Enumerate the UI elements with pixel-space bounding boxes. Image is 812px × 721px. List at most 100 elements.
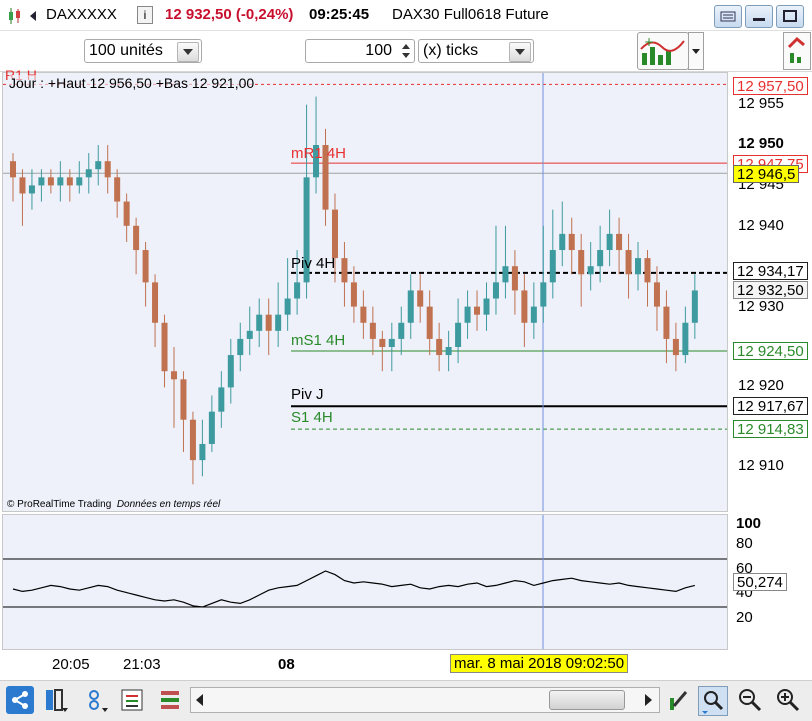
cursor-time-label: mar. 8 mai 2018 09:02:50 <box>450 654 629 673</box>
info-icon[interactable]: i <box>137 6 153 24</box>
bars-list-icon[interactable] <box>156 686 184 714</box>
candle-body <box>76 177 83 186</box>
zoom-box-icon[interactable] <box>698 686 728 716</box>
current-price-label: 12 946,5 <box>733 165 800 183</box>
candle-body <box>407 290 414 323</box>
candle-body <box>379 338 386 347</box>
last-price-label: 12 932,50 <box>733 281 808 299</box>
candle-body <box>691 290 698 323</box>
candle-body <box>474 306 481 315</box>
maximize-button[interactable] <box>776 5 804 28</box>
candlestick-chart[interactable] <box>3 73 727 511</box>
draw-tool-icon[interactable] <box>664 686 692 714</box>
candle-body <box>265 314 272 331</box>
price-tick: 12 955 <box>738 95 784 112</box>
ticks-stepper[interactable]: 100 <box>305 39 415 63</box>
svg-text:+: + <box>644 35 654 49</box>
oscillator-chart[interactable] <box>3 515 727 649</box>
candle-body <box>85 169 92 178</box>
piv-4h-price-label: 12 934,17 <box>733 262 808 280</box>
candle-body <box>417 290 424 307</box>
candle-body <box>682 322 689 356</box>
chevron-down-icon <box>692 49 700 54</box>
price-tick: 12 910 <box>738 457 784 474</box>
candle-body <box>341 258 348 283</box>
candle-body <box>502 266 509 283</box>
strategy-chart-icon: + <box>640 35 685 65</box>
candle-body <box>436 338 443 356</box>
instrument-description: DAX30 Full0618 Future <box>392 6 549 23</box>
chevron-down-icon[interactable] <box>509 42 531 62</box>
candle-body <box>445 347 452 356</box>
scroll-left-icon[interactable] <box>193 692 207 708</box>
candle-body <box>246 330 253 339</box>
keyboard-icon[interactable] <box>714 5 742 28</box>
candle-body <box>256 314 263 331</box>
chevron-down-icon[interactable] <box>177 42 199 62</box>
candle-body <box>398 322 405 339</box>
share-icon[interactable] <box>6 686 34 714</box>
candle-body <box>170 371 177 380</box>
time-label: 20:05 <box>52 656 90 673</box>
layout-icon[interactable] <box>42 686 70 714</box>
piv-j-price-label: 12 917,67 <box>733 397 808 415</box>
link-icon[interactable] <box>82 686 110 714</box>
candle-body <box>19 177 26 194</box>
candle-body <box>464 306 471 323</box>
candle-body <box>28 185 35 194</box>
candle-body <box>455 322 462 347</box>
price-chart[interactable]: R1 H Jour : +Haut 12 956,50 +Bas 12 921,… <box>2 67 728 512</box>
strategy-menu-button[interactable] <box>688 32 704 70</box>
osc-tick: 20 <box>736 609 753 626</box>
candle-body <box>511 266 518 291</box>
candle-body <box>227 355 234 388</box>
scrollbar-thumb[interactable] <box>549 690 625 710</box>
ticks-unit-select[interactable]: (x) ticks <box>418 39 534 63</box>
price-change: 12 932,50 (-0,24%) <box>165 6 294 23</box>
candle-body <box>540 282 547 307</box>
candle-body <box>142 250 149 283</box>
spinner-icon[interactable] <box>400 41 412 61</box>
osc-tick: 80 <box>736 535 753 552</box>
candle-body <box>123 201 130 226</box>
candle-body <box>388 338 395 347</box>
candle-body <box>331 209 338 259</box>
tools-button[interactable] <box>783 32 811 70</box>
candle-body <box>426 306 433 339</box>
price-tick: 12 950 <box>738 135 784 152</box>
candle-body <box>587 266 594 275</box>
units-select[interactable]: 100 unités <box>84 39 202 63</box>
title-bar: DAXXXXX i 12 932,50 (-0,24%) 09:25:45 DA… <box>0 0 812 31</box>
dropdown-triangle-icon[interactable] <box>28 10 40 22</box>
oscillator-line <box>12 570 695 608</box>
candle-body <box>95 161 102 170</box>
oscillator-value-label: 50,274 <box>733 573 787 591</box>
candle-body <box>578 250 585 275</box>
candle-body <box>663 306 670 339</box>
order-toolbar: 100 unités 100 (x) ticks + <box>0 31 812 72</box>
candle-body <box>208 411 215 444</box>
scroll-right-icon[interactable] <box>641 692 655 708</box>
candle-body <box>597 250 604 267</box>
candle-body <box>672 338 679 356</box>
minimize-button[interactable] <box>745 5 773 28</box>
candle-body <box>114 177 121 202</box>
candle-body <box>369 322 376 339</box>
oscillator-panel[interactable] <box>2 514 728 650</box>
candle-body <box>294 282 301 299</box>
symbol-name[interactable]: DAXXXXX <box>46 6 117 23</box>
candle-body <box>57 177 64 186</box>
zoom-in-icon[interactable] <box>774 686 802 714</box>
trading-strategy-button[interactable]: + <box>637 32 689 70</box>
candle-body <box>237 338 244 356</box>
date-label: 08 <box>278 656 295 673</box>
zoom-out-icon[interactable] <box>736 686 764 714</box>
time-scrollbar[interactable] <box>190 687 660 713</box>
candle-body <box>161 322 168 372</box>
ms1-price-label: 12 924,50 <box>733 342 808 360</box>
candle-body <box>152 282 159 323</box>
ms1-4h-label: mS1 4H <box>291 332 346 349</box>
ticks-value: 100 <box>365 42 392 59</box>
price-tick: 12 930 <box>738 298 784 315</box>
indicators-icon[interactable] <box>118 686 146 714</box>
